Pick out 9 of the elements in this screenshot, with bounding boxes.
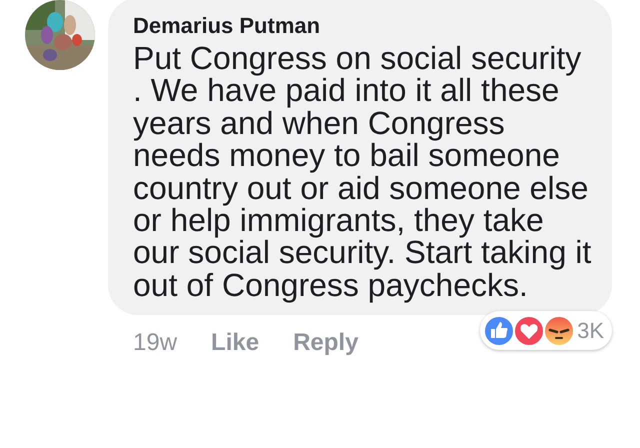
reply-link[interactable]: Reply: [293, 325, 358, 362]
author-name[interactable]: Demarius Putman: [133, 12, 592, 40]
thumbs-up-icon: [483, 314, 516, 347]
timestamp: 19w: [133, 328, 178, 358]
reactions-pill[interactable]: 3K: [480, 311, 612, 350]
comment-text: Put Congress on social security . We have paid into it all these years and when Congress needs money to bail someone country out or aid someone else or help immigrants, they take our social security. Start taking it out of Congress paychecks.: [133, 42, 592, 302]
reaction-count: 3K: [577, 317, 604, 346]
angry-face-icon: [543, 314, 576, 347]
like-link[interactable]: Like: [211, 325, 260, 362]
